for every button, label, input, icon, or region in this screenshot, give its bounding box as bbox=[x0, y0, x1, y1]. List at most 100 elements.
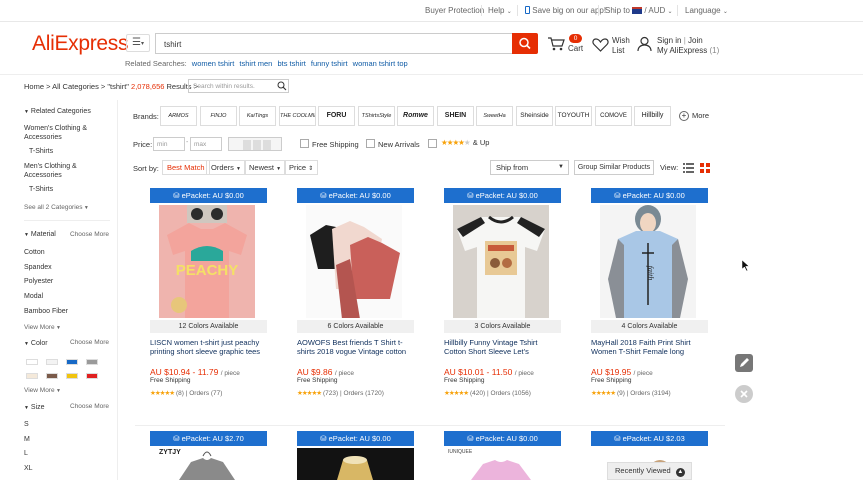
product-title[interactable]: AOWOFS Best friends T Shirt t-shirts 201… bbox=[297, 338, 417, 356]
choose-more-link[interactable]: Choose More bbox=[70, 339, 109, 346]
price-range-histogram[interactable] bbox=[228, 137, 282, 151]
rating-filter[interactable]: ★★★★★ & Up bbox=[441, 138, 489, 147]
new-arrivals-checkbox[interactable] bbox=[366, 139, 375, 148]
product-image[interactable] bbox=[306, 205, 402, 318]
cart-label[interactable]: Cart bbox=[568, 44, 583, 54]
search-within-input[interactable]: Search within results. bbox=[188, 79, 289, 93]
size-option[interactable]: S bbox=[24, 421, 29, 430]
material-option[interactable]: Polyester bbox=[24, 278, 53, 287]
language-menu[interactable]: Language ⌄ bbox=[685, 6, 728, 15]
brand-logo[interactable]: THE COOLMIND bbox=[279, 106, 316, 126]
related-search-link[interactable]: women tshirt bbox=[192, 59, 235, 68]
color-swatch-brown[interactable] bbox=[46, 373, 58, 379]
help-menu[interactable]: Help ⌄ bbox=[488, 6, 512, 15]
orders-count[interactable]: Orders (1056) bbox=[490, 390, 530, 397]
product-card[interactable]: ⛁ ePacket: AU $2.70 ZYTJY bbox=[150, 431, 267, 480]
orders-count[interactable]: Orders (1720) bbox=[343, 390, 383, 397]
material-option[interactable]: Bamboo Fiber bbox=[24, 308, 68, 317]
product-title[interactable]: LISCN women t-shirt just peachy printing … bbox=[150, 338, 270, 356]
choose-more-link[interactable]: Choose More bbox=[70, 403, 109, 410]
wish-list-link[interactable]: Wish List bbox=[612, 36, 630, 56]
ship-from-select[interactable]: Ship from ▼ bbox=[490, 160, 569, 175]
heart-icon[interactable] bbox=[592, 37, 609, 52]
list-view-icon[interactable] bbox=[683, 163, 694, 173]
product-card[interactable]: ⛁ ePacket: AU $0.00 bbox=[297, 431, 414, 480]
product-image[interactable]: faith bbox=[600, 205, 696, 318]
material-filter-title[interactable]: ▼ Material bbox=[24, 231, 56, 238]
rating-count[interactable]: (420) bbox=[470, 390, 485, 397]
orders-count[interactable]: Orders (77) bbox=[189, 390, 222, 397]
product-title[interactable]: Hillbilly Funny Vintage Tshirt Cotton Sho… bbox=[444, 338, 564, 356]
product-image[interactable]: PEACHY bbox=[159, 205, 255, 318]
color-swatch-red[interactable] bbox=[86, 373, 98, 379]
my-aliexpress-link[interactable]: My AliExpress bbox=[657, 46, 707, 55]
size-option[interactable]: M bbox=[24, 436, 30, 445]
related-search-link[interactable]: woman tshirt top bbox=[353, 59, 408, 68]
search-icon[interactable] bbox=[277, 81, 287, 91]
product-image[interactable] bbox=[453, 205, 549, 318]
feedback-button[interactable] bbox=[735, 354, 753, 372]
color-swatch-white[interactable] bbox=[26, 359, 38, 365]
color-swatch-blue[interactable] bbox=[66, 359, 78, 365]
color-swatch-yellow[interactable] bbox=[66, 373, 78, 379]
color-filter-title[interactable]: ▼ Color bbox=[24, 340, 48, 347]
brand-logo[interactable]: SweetHa bbox=[476, 106, 513, 126]
sort-price[interactable]: Price ⇕ bbox=[284, 160, 319, 175]
brand-logo[interactable]: KaiTings bbox=[239, 106, 276, 126]
close-floating-button[interactable] bbox=[735, 385, 753, 403]
subcategory-link[interactable]: T-Shirts bbox=[29, 148, 53, 157]
color-swatch-gray[interactable] bbox=[86, 359, 98, 365]
category-link-men[interactable]: Men's Clothing & Accessories bbox=[24, 163, 77, 180]
product-image[interactable] bbox=[297, 448, 414, 480]
sort-newest[interactable]: Newest ▼ bbox=[244, 160, 287, 175]
material-option[interactable]: Modal bbox=[24, 293, 43, 302]
product-card[interactable]: ⛁ ePacket: AU $0.00 IUNIQUEE bbox=[444, 431, 561, 480]
size-filter-title[interactable]: ▼ Size bbox=[24, 404, 45, 411]
brand-logo[interactable]: FORU bbox=[318, 106, 355, 126]
choose-more-link[interactable]: Choose More bbox=[70, 231, 109, 238]
brand-logo[interactable]: COMOVE bbox=[595, 106, 632, 126]
related-search-link[interactable]: funny tshirt bbox=[311, 59, 348, 68]
free-shipping-label[interactable]: Free Shipping bbox=[312, 140, 359, 149]
color-swatch-beige[interactable] bbox=[46, 359, 58, 365]
search-button[interactable] bbox=[512, 33, 538, 54]
grid-view-icon[interactable] bbox=[700, 163, 710, 173]
size-option[interactable]: XL bbox=[24, 465, 33, 474]
related-search-link[interactable]: tshirt men bbox=[239, 59, 272, 68]
rating-filter-checkbox[interactable] bbox=[428, 139, 437, 148]
view-more-colors-link[interactable]: View More ▼ bbox=[24, 387, 61, 394]
product-image[interactable] bbox=[159, 448, 255, 480]
user-icon[interactable] bbox=[637, 36, 652, 52]
more-brands-button[interactable]: + More bbox=[679, 111, 709, 121]
size-option[interactable]: L bbox=[24, 450, 28, 459]
breadcrumb-path[interactable]: Home > All Categories > "tshirt" bbox=[24, 82, 129, 91]
cart-icon[interactable] bbox=[547, 36, 565, 52]
sort-orders[interactable]: Orders ▼ bbox=[206, 160, 246, 175]
material-option[interactable]: Spandex bbox=[24, 264, 52, 273]
product-title[interactable]: MayHall 2018 Faith Print Shirt Women T-Sh… bbox=[591, 338, 711, 356]
buyer-protection-link[interactable]: Buyer Protection bbox=[425, 6, 484, 15]
new-arrivals-label[interactable]: New Arrivals bbox=[378, 140, 420, 149]
orders-count[interactable]: Orders (3194) bbox=[630, 390, 670, 397]
color-swatch-cream[interactable] bbox=[26, 373, 38, 379]
brand-logo[interactable]: Romwe bbox=[397, 106, 434, 126]
category-link-women[interactable]: Women's Clothing & Accessories bbox=[24, 125, 87, 142]
ship-to-menu[interactable]: Ship to / AUD ⌄ bbox=[605, 6, 673, 15]
group-similar-button[interactable]: Group Similar Products bbox=[574, 160, 654, 175]
view-more-materials-link[interactable]: View More ▼ bbox=[24, 324, 61, 331]
rating-count[interactable]: (723) bbox=[323, 390, 338, 397]
recently-viewed-tab[interactable]: Recently Viewed ▲ bbox=[607, 462, 692, 480]
search-input[interactable]: tshirt bbox=[155, 33, 512, 54]
brand-logo[interactable]: Sheinside bbox=[516, 106, 553, 126]
product-image[interactable] bbox=[453, 448, 549, 480]
price-max-input[interactable]: max bbox=[190, 137, 222, 151]
material-option[interactable]: Cotton bbox=[24, 249, 45, 258]
categories-menu-button[interactable]: ☰▾ bbox=[126, 34, 150, 52]
see-all-categories-link[interactable]: See all 2 Categories ▼ bbox=[24, 204, 89, 211]
brand-logo[interactable]: TOYOUTH bbox=[555, 106, 592, 126]
rating-count[interactable]: (9) bbox=[617, 390, 625, 397]
price-min-input[interactable]: min bbox=[153, 137, 185, 151]
brand-logo[interactable]: ARMOS bbox=[160, 106, 197, 126]
subcategory-link[interactable]: T-Shirts bbox=[29, 186, 53, 195]
brand-logo[interactable]: Hillbilly bbox=[634, 106, 671, 126]
